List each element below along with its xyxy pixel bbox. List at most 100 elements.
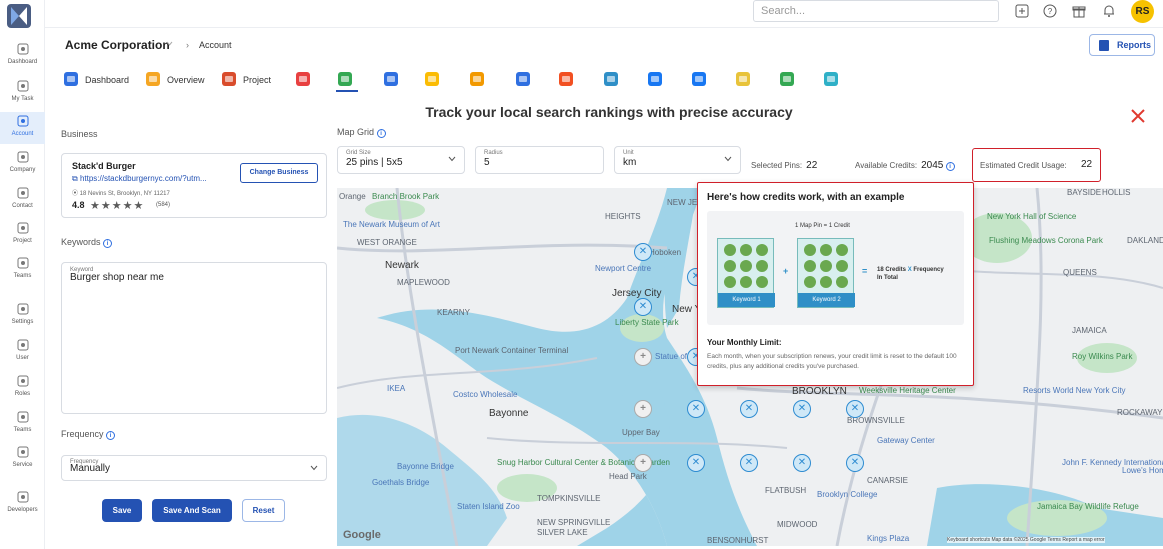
- tool-tab-dashboard[interactable]: Dashboard: [62, 70, 132, 92]
- remove-pin-icon[interactable]: ✕: [634, 298, 652, 316]
- map-label: Brooklyn College: [817, 490, 878, 499]
- selected-pins-stat: Selected Pins: 22: [751, 160, 817, 171]
- info-icon[interactable]: i: [106, 431, 116, 440]
- save-and-scan-button[interactable]: Save And Scan: [152, 499, 232, 522]
- credits-info-icon[interactable]: i: [945, 162, 955, 171]
- map-label: ROCKAWAY: [1117, 408, 1163, 417]
- rail-item-label: Account: [11, 131, 34, 137]
- map-rank-icon: [336, 70, 354, 88]
- pin-dot: [820, 276, 832, 288]
- rail-item-company[interactable]: Company: [0, 148, 45, 180]
- help-icon[interactable]: ?: [1043, 4, 1057, 18]
- tool-tab-microsoft[interactable]: [557, 70, 579, 92]
- tool-tab-map-rank[interactable]: [336, 70, 358, 92]
- chevron-down-icon[interactable]: [165, 39, 174, 48]
- add-pin-icon[interactable]: +: [634, 400, 652, 418]
- remove-pin-icon[interactable]: ✕: [793, 400, 811, 418]
- remove-pin-icon[interactable]: ✕: [740, 400, 758, 418]
- grid-size-select[interactable]: Grid Size 25 pins | 5x5: [337, 146, 465, 174]
- reports-button[interactable]: Reports: [1089, 34, 1155, 56]
- external-link-icon: ⧉: [72, 174, 80, 183]
- tool-tab-bing[interactable]: [602, 70, 624, 92]
- meta-ads-icon: [646, 70, 664, 88]
- map-attribution[interactable]: Keyboard shortcuts Map data ©2025 Google…: [947, 537, 1105, 543]
- tool-tab-trend-chart[interactable]: [294, 70, 316, 92]
- tool-tab-meta-ads[interactable]: [646, 70, 668, 92]
- close-icon[interactable]: [1130, 108, 1146, 124]
- pin-dot: [836, 276, 848, 288]
- map-label: KEARNY: [437, 308, 470, 317]
- remove-pin-icon[interactable]: ✕: [687, 400, 705, 418]
- tool-tab-local-pack[interactable]: [822, 70, 844, 92]
- rail-item-label: My Task: [11, 96, 34, 102]
- search-input[interactable]: Search...: [753, 0, 999, 22]
- map-label: Bayonne Bridge: [397, 462, 454, 471]
- remove-pin-icon[interactable]: ✕: [846, 454, 864, 472]
- tool-tab-reviews[interactable]: [734, 70, 756, 92]
- developers-icon: [16, 490, 30, 504]
- gift-icon[interactable]: [1072, 4, 1086, 18]
- available-credits-value: 2045: [921, 160, 944, 171]
- company-icon: [16, 150, 30, 164]
- rail-item-user[interactable]: User: [0, 336, 45, 368]
- tool-tab-overview[interactable]: Overview: [144, 70, 214, 92]
- company-name[interactable]: Acme Corporation: [65, 38, 170, 52]
- frequency-section-label: Frequency i: [61, 429, 116, 440]
- keyword-card-1: Keyword 1: [717, 238, 775, 308]
- tool-tab-citations[interactable]: [778, 70, 800, 92]
- tool-tab-google-ads[interactable]: [423, 70, 445, 92]
- rail-item-contact[interactable]: Contact: [0, 184, 45, 216]
- business-url-link[interactable]: ⧉ https://stackdburgernyc.com/?utm...: [72, 174, 207, 184]
- map-label: The Newark Museum of Art: [343, 220, 440, 229]
- breadcrumb-separator: ›: [186, 40, 189, 50]
- map-label: Roy Wilkins Park: [1072, 352, 1133, 361]
- rail-item-label: Dashboard: [7, 59, 38, 65]
- frequency-select[interactable]: Frequency Manually: [61, 455, 327, 481]
- rail-item-roles[interactable]: Roles: [0, 372, 45, 404]
- map-label: QUEENS: [1063, 268, 1097, 277]
- tool-tab-project[interactable]: Project: [220, 70, 290, 92]
- remove-pin-icon[interactable]: ✕: [793, 454, 811, 472]
- rail-item-service[interactable]: Service: [0, 443, 45, 475]
- map-label: Gateway Center: [877, 436, 935, 445]
- remove-pin-icon[interactable]: ✕: [687, 454, 705, 472]
- map-label: Newport Centre: [595, 264, 652, 273]
- change-business-button[interactable]: Change Business: [240, 163, 318, 183]
- keyword-textarea[interactable]: Keyword Burger shop near me: [61, 262, 327, 414]
- radius-input[interactable]: Radius 5: [475, 146, 604, 174]
- remove-pin-icon[interactable]: ✕: [634, 243, 652, 261]
- reset-button[interactable]: Reset: [242, 499, 285, 522]
- map-label: Upper Bay: [622, 428, 660, 437]
- analytics-icon: [468, 70, 486, 88]
- tool-tab-analytics[interactable]: [468, 70, 490, 92]
- tool-tab-seo-tools[interactable]: [514, 70, 536, 92]
- business-address: ⦿ 18 Nevins St, Brooklyn, NY 11217: [72, 188, 170, 197]
- app-logo[interactable]: [7, 4, 31, 28]
- svg-text:?: ?: [1048, 7, 1053, 16]
- remove-pin-icon[interactable]: ✕: [740, 454, 758, 472]
- remove-pin-icon[interactable]: ✕: [846, 400, 864, 418]
- info-icon[interactable]: i: [376, 129, 386, 138]
- bell-icon[interactable]: [1102, 4, 1116, 18]
- map-label: Kings Plaza: [867, 534, 910, 543]
- tool-tab-google-business[interactable]: [382, 70, 404, 92]
- info-icon[interactable]: i: [103, 239, 113, 248]
- dashboard-tool-icon: [62, 70, 80, 88]
- page-headline: Track your local search rankings with pr…: [425, 104, 793, 120]
- unit-select[interactable]: Unit km: [614, 146, 741, 174]
- rail-item-settings[interactable]: Settings: [0, 300, 45, 332]
- tool-tab-facebook[interactable]: [690, 70, 712, 92]
- rail-item-developers[interactable]: Developers: [0, 488, 45, 520]
- add-pin-icon[interactable]: +: [634, 454, 652, 472]
- save-button[interactable]: Save: [102, 499, 142, 522]
- rail-item-dashboard[interactable]: Dashboard: [0, 40, 45, 72]
- rail-item-project[interactable]: Project: [0, 219, 45, 251]
- rail-item-teams[interactable]: Teams: [0, 254, 45, 286]
- rail-item-teams[interactable]: Teams: [0, 408, 45, 440]
- add-pin-icon[interactable]: +: [634, 348, 652, 366]
- user-avatar[interactable]: RS: [1131, 0, 1154, 23]
- add-square-icon[interactable]: [1015, 4, 1029, 18]
- reports-label: Reports: [1117, 40, 1152, 50]
- equals-sign: =: [862, 266, 868, 276]
- dashboard-icon: [16, 42, 30, 56]
